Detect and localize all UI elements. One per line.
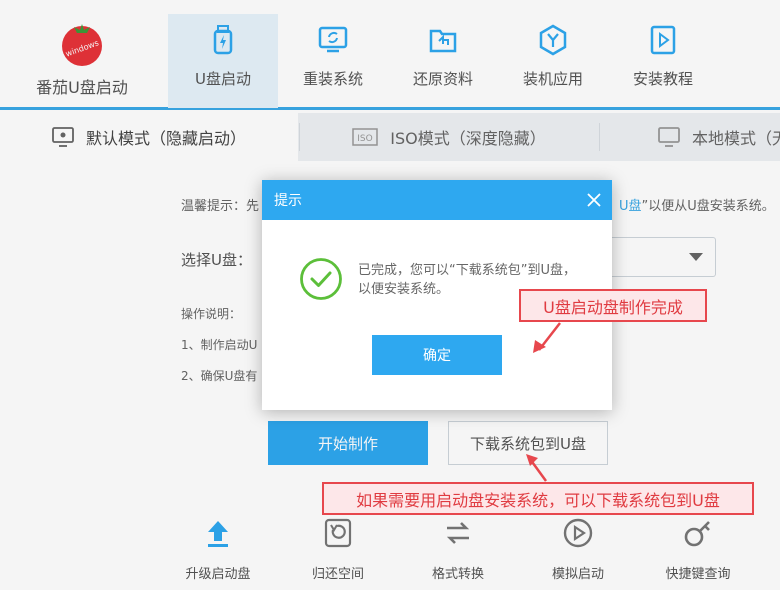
nav-reinstall-system[interactable]: 重装系统 — [278, 14, 388, 108]
swap-arrows-icon — [446, 522, 470, 544]
instruction-line: 1、制作启动U — [181, 338, 258, 352]
select-udisk-label: 选择U盘： — [181, 251, 252, 269]
tool-restore-space[interactable]: 归还空间 — [288, 517, 388, 582]
dialog-header: 提示 — [262, 180, 612, 220]
iso-icon: ISO — [352, 128, 378, 146]
tab-iso-mode[interactable]: ISO ISO模式（深度隐藏） — [300, 113, 598, 161]
nav-restore-data[interactable]: 还原资料 — [388, 14, 498, 108]
mode-tabs: 默认模式（隐藏启动） ISO ISO模式（深度隐藏） 本地模式（无 — [0, 113, 780, 161]
folder-restore-icon — [429, 29, 457, 53]
app-title: 番茄U盘启动 — [36, 78, 128, 97]
upload-arrow-icon — [208, 521, 228, 547]
key-search-icon — [684, 521, 710, 547]
svg-text:ISO: ISO — [358, 134, 373, 144]
nav-install-apps[interactable]: 装机应用 — [498, 14, 608, 108]
hexagon-y-icon — [539, 24, 567, 56]
top-nav: windows 番茄U盘启动 U盘启动 重装系统 还原资料 装机应用 安装教程 — [0, 0, 780, 110]
tab-local-mode[interactable]: 本地模式（无 — [600, 113, 780, 161]
usb-bolt-icon — [213, 25, 233, 55]
chevron-down-icon — [689, 253, 703, 261]
monitor-icon — [658, 127, 680, 147]
nav-usb-boot[interactable]: U盘启动 — [168, 14, 278, 108]
download-system-package-button[interactable]: 下载系统包到U盘 — [448, 421, 608, 465]
instructions-title: 操作说明： — [181, 307, 242, 321]
instruction-line: 2、确保U盘有 — [181, 369, 258, 383]
tomato-logo-icon: windows — [62, 24, 102, 66]
nav-install-tutorial[interactable]: 安装教程 — [608, 14, 718, 108]
play-book-icon — [650, 25, 676, 55]
tool-simulate-boot[interactable]: 模拟启动 — [528, 517, 628, 582]
check-circle-icon — [300, 258, 342, 300]
app-logo: windows 番茄U盘启动 — [22, 14, 142, 100]
close-icon[interactable] — [586, 192, 602, 208]
udisk-select[interactable] — [604, 237, 716, 277]
confirm-button[interactable]: 确定 — [372, 335, 502, 375]
restore-disk-icon — [324, 518, 352, 548]
play-circle-icon — [563, 518, 593, 548]
tab-default-mode[interactable]: 默认模式（隐藏启动） — [0, 113, 298, 161]
dialog-title: 提示 — [274, 193, 302, 209]
callout-bottom: 如果需要用启动盘安装系统，可以下载系统包到U盘 — [322, 482, 754, 515]
monitor-refresh-icon — [318, 26, 348, 53]
start-make-button[interactable]: 开始制作 — [268, 421, 428, 465]
callout-top: U盘启动盘制作完成 — [519, 289, 707, 322]
tool-format-convert[interactable]: 格式转换 — [408, 517, 508, 582]
tool-hotkey-lookup[interactable]: 快捷键查询 — [648, 517, 748, 582]
monitor-icon — [52, 127, 74, 147]
tool-upgrade-boot-disk[interactable]: 升级启动盘 — [168, 517, 268, 582]
